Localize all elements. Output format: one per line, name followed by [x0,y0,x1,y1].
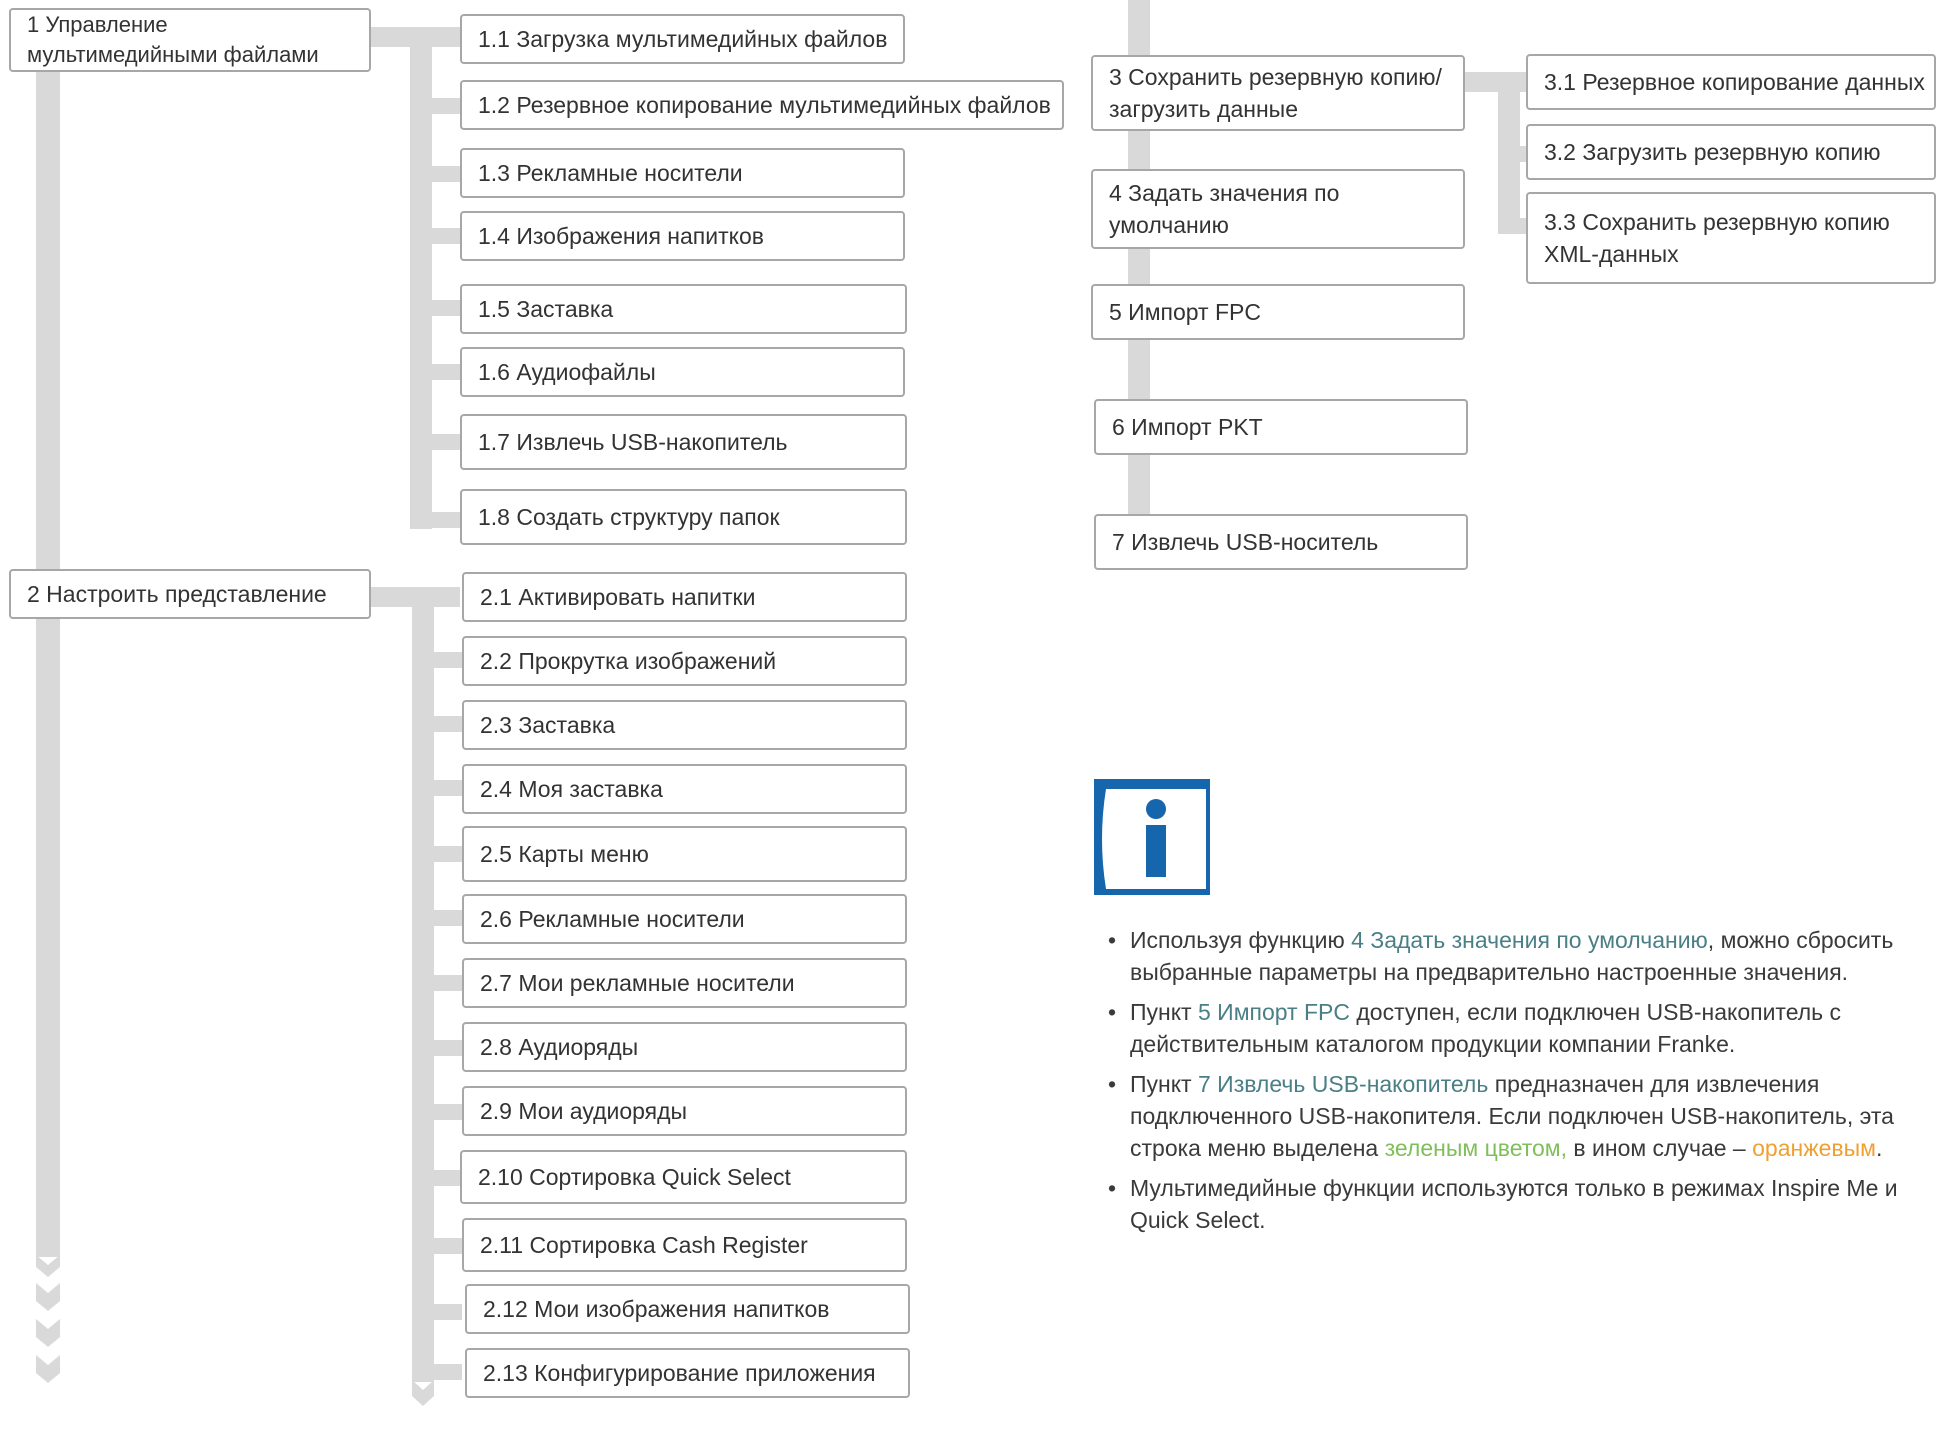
connector-1-6 [410,364,460,380]
menu-item-1-3[interactable]: 1.3 Рекламные носители [460,148,905,198]
note-text: . [1875,1135,1883,1161]
note-reference-link[interactable]: 5 Импорт FPC [1198,999,1350,1025]
menu-item-2-7[interactable]: 2.7 Мои рекламные носители [462,958,907,1008]
connector-3-2 [1498,146,1528,162]
note-text: в ином случае – [1567,1135,1753,1161]
connector-2-8 [412,1040,462,1056]
note-reference-link[interactable]: 4 Задать значения по умолчанию [1351,927,1708,953]
menu-item-1-2[interactable]: 1.2 Резервное копирование мультимедийных… [460,80,1064,130]
menu-item-1-6[interactable]: 1.6 Аудиофайлы [460,347,905,397]
menu-item-2-8[interactable]: 2.8 Аудиоряды [462,1022,907,1072]
connector-2-12 [412,1304,462,1320]
note-text: Используя функцию [1130,927,1352,953]
chevron-down-icon [36,1255,60,1383]
menu-item-3-1[interactable]: 3.1 Резервное копирование данных [1526,54,1936,110]
menu-item-2-3[interactable]: 2.3 Заставка [462,700,907,750]
note-reference-link[interactable]: 7 Извлечь USB-накопитель [1198,1071,1488,1097]
note-text: Пункт [1130,1071,1198,1097]
connector-1-2 [410,98,460,114]
connector-2-7 [412,975,462,991]
info-icon [1094,779,1210,895]
menu-item-1-8[interactable]: 1.8 Создать структуру папок [460,489,907,545]
connector-1-7 [410,434,460,450]
menu-item-2-11[interactable]: 2.11 Сортировка Cash Register [462,1218,907,1272]
chevron-down-icon [412,1380,434,1406]
connector-2-3 [412,716,462,732]
menu-item-3-3[interactable]: 3.3 Сохранить резервную копию XML-данных [1526,192,1936,284]
connector-2-6 [412,910,462,926]
connector-2-10 [412,1170,462,1186]
chevron-down-icon [1128,0,1150,18]
menu-item-2-13[interactable]: 2.13 Конфигурирование приложения [465,1348,910,1398]
menu-item-2-configure-view[interactable]: 2 Настроить представление [9,569,371,619]
menu-item-7-eject-usb[interactable]: 7 Извлечь USB-носитель [1094,514,1468,570]
menu-item-6-import-pkt[interactable]: 6 Импорт PKT [1094,399,1468,455]
connector-2-11 [412,1238,462,1254]
note-item: Пункт 5 Импорт FPC доступен, если подклю… [1108,996,1898,1060]
connector-main-trunk [36,72,60,1257]
connector-2-5 [412,846,462,862]
menu-item-2-5[interactable]: 2.5 Карты меню [462,826,907,882]
menu-item-2-4[interactable]: 2.4 Моя заставка [462,764,907,814]
note-item: Мультимедийные функции используются толь… [1108,1172,1898,1236]
menu-item-2-2[interactable]: 2.2 Прокрутка изображений [462,636,907,686]
connector-1-1 [410,30,460,46]
connector-1-3 [410,166,460,182]
notes-list: Используя функцию 4 Задать значения по у… [1108,924,1898,1244]
note-item: Используя функцию 4 Задать значения по у… [1108,924,1898,988]
menu-item-1-5[interactable]: 1.5 Заставка [460,284,907,334]
menu-item-3-2[interactable]: 3.2 Загрузить резервную копию [1526,124,1936,180]
connector-1-8 [410,512,460,528]
note-orange-text: оранжевым [1752,1135,1876,1161]
note-text: Пункт [1130,999,1198,1025]
connector-2-4 [412,780,462,796]
menu-item-1-1[interactable]: 1.1 Загрузка мультимедийных файлов [460,14,905,64]
connector-2-2 [412,652,462,668]
note-green-text: зеленым цветом, [1384,1135,1568,1161]
note-item: Пункт 7 Извлечь USB-накопитель предназна… [1108,1068,1898,1164]
connector-1-5 [410,300,460,316]
menu-item-2-9[interactable]: 2.9 Мои аудиоряды [462,1086,907,1136]
connector-2-9 [412,1104,462,1120]
menu-item-2-12[interactable]: 2.12 Мои изображения напитков [465,1284,910,1334]
connector-1-4 [410,228,460,244]
menu-item-3-backup-load[interactable]: 3 Сохранить резервную копию/ загрузить д… [1091,55,1465,131]
note-text: Мультимедийные функции используются толь… [1130,1175,1898,1233]
menu-item-1-media-management[interactable]: 1 Управление мультимедийными файлами [9,8,371,72]
menu-item-2-6[interactable]: 2.6 Рекламные носители [462,894,907,944]
menu-item-1-7[interactable]: 1.7 Извлечь USB-накопитель [460,414,907,470]
menu-item-2-10[interactable]: 2.10 Сортировка Quick Select [460,1150,907,1204]
menu-item-5-import-fpc[interactable]: 5 Импорт FPC [1091,284,1465,340]
menu-item-2-1[interactable]: 2.1 Активировать напитки [462,572,907,622]
connector-2-13 [412,1364,462,1380]
menu-item-4-set-defaults[interactable]: 4 Задать значения по умолчанию [1091,169,1465,249]
connector-3-3 [1498,218,1528,234]
menu-item-1-4[interactable]: 1.4 Изображения напитков [460,211,905,261]
